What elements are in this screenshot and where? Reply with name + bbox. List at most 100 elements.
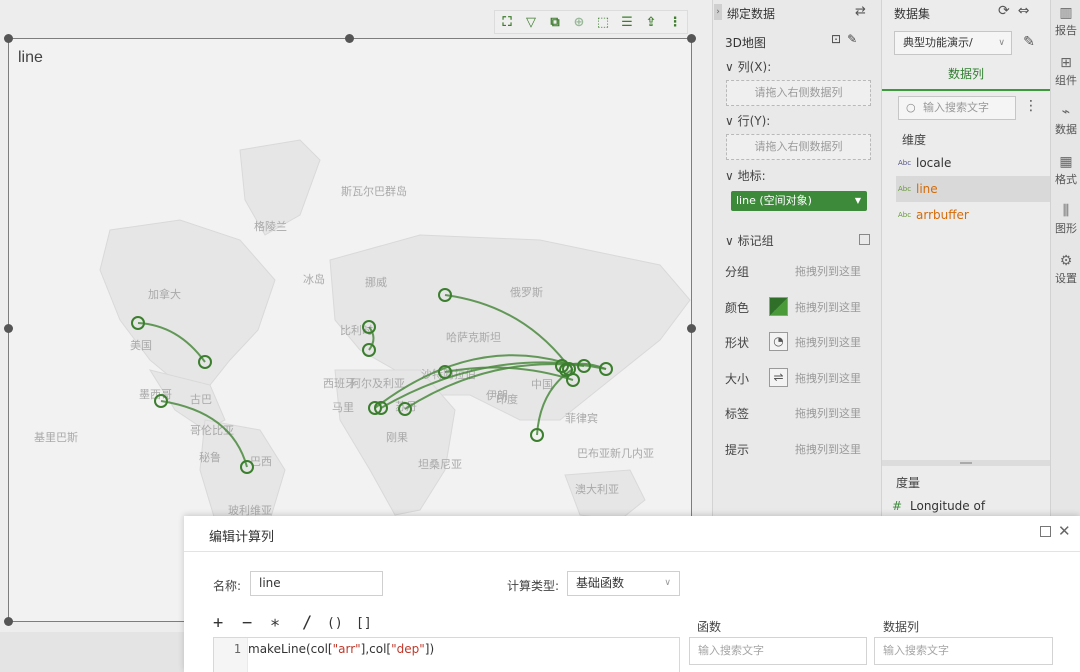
dialog-title: 编辑计算列 [209,530,275,545]
collapse-panel-button[interactable]: › [714,4,722,20]
operator-button[interactable]: / [302,613,312,633]
sidebar-item[interactable]: ⊞ 组件 [1051,54,1080,88]
mark-group-icon[interactable] [859,234,870,245]
mark-label: 大小 [725,371,750,386]
formula-editor[interactable]: 1 makeLine(col["arr"],col["dep"]) [213,637,680,672]
map-label: 印度 [496,392,518,406]
chart-type-label: 3D地图 [725,36,766,50]
field-search-input[interactable]: ○ 输入搜索文字 [898,96,1016,120]
measure-label: 度量 [896,476,921,490]
mark-drop-zone[interactable]: 拖拽列到这里 [795,299,861,315]
line-number: 1 [214,638,248,672]
chart-type-icons[interactable]: ⊡✎ [831,32,863,46]
mark-row[interactable]: 分组 拖拽列到这里 [725,261,875,281]
panel-splitter[interactable] [882,460,1050,466]
export-icon[interactable]: ⇪ [642,13,660,31]
calc-type-select[interactable]: 基础函数 ∨ [567,571,680,596]
refresh-icon[interactable]: ⟳ [998,3,1018,19]
mark-drop-zone[interactable]: 拖拽列到这里 [795,405,861,421]
functions-search-input[interactable]: 输入搜索文字 [689,637,867,665]
calc-type-value: 基础函数 [576,576,625,590]
mark-row[interactable]: 提示 拖拽列到这里 [725,439,875,459]
color-swatch-icon[interactable] [769,296,788,316]
map-label: 比利时 [340,324,373,337]
more-icon[interactable]: ⋮ [666,13,684,31]
name-input[interactable]: line [250,571,383,596]
columns-label-text: 列(X): [737,60,772,74]
size-icon[interactable]: ⇌ [769,367,788,387]
field-name: locale [916,156,952,170]
map-label: 阿尔及利亚 [350,377,405,390]
mark-row[interactable]: 大小 ⇌ 拖拽列到这里 [725,367,875,388]
operator-button[interactable]: + [213,613,223,633]
mark-drop-zone[interactable]: 拖拽列到这里 [795,263,861,279]
expand-icon[interactable]: ⛶ [498,13,516,31]
operator-button[interactable]: [] [356,616,372,631]
rows-drop-zone[interactable]: 请拖入右侧数据列 [726,134,871,160]
layers-icon[interactable]: ⇔ [1018,3,1038,19]
mark-row[interactable]: 颜色 拖拽列到这里 [725,296,875,317]
operator-button[interactable]: ∗ [270,613,280,633]
field-name: arrbuffer [916,208,969,222]
sidebar-item[interactable]: ⚙ 设置 [1051,252,1080,286]
columns-drop-zone[interactable]: 请拖入右侧数据列 [726,80,871,106]
mark-row[interactable]: 标签 拖拽列到这里 [725,403,875,423]
sidebar-item[interactable]: ▦ 格式 [1051,153,1080,187]
chart-toolbar: ⛶ ▽ ⧉ ⊕ ⬚ ☰ ⇪ ⋮ [494,10,688,34]
edit-dataset-icon[interactable]: ✎ [1018,31,1040,53]
dimension-label: 维度 [902,133,927,147]
map-label: 菲律宾 [565,411,598,425]
map-label: 冰岛 [303,272,325,286]
search-placeholder: 输入搜索文字 [923,101,989,114]
mark-drop-zone[interactable]: 拖拽列到这里 [795,370,861,386]
name-label: 名称: [213,579,242,593]
maximize-icon[interactable] [1040,526,1051,537]
operator-button[interactable]: () [327,616,343,631]
code-part: ],col[ [360,642,392,656]
more-options-icon[interactable]: ⋮ [1024,98,1038,114]
sidebar-item[interactable]: ▥ 报告 [1051,4,1080,38]
select-icon[interactable]: ⬚ [594,13,612,31]
tab-data-columns[interactable]: 数据列 [882,63,1050,91]
sidebar-item-label: 设置 [1055,271,1077,285]
text-type-icon: Abc [898,185,912,193]
geo-field-chip[interactable]: line (空间对象) ▼ [731,191,867,211]
mark-label: 形状 [725,336,750,350]
filter-icon[interactable]: ▽ [522,13,540,31]
copy-icon[interactable]: ⧉ [546,13,564,31]
eraser-icon[interactable]: ✎ [847,32,863,46]
columns-search-input[interactable]: 输入搜索文字 [874,637,1053,665]
search-icon: ○ [906,101,916,114]
mark-group-label: ∨ 标记组 [725,234,774,248]
close-icon[interactable]: ✕ [1058,522,1071,540]
chart-type-icon[interactable]: ⊡ [831,32,847,46]
mark-drop-zone[interactable]: 拖拽列到这里 [795,334,861,350]
chip-dropdown-icon[interactable]: ▼ [855,191,861,211]
binding-title: 绑定数据 [727,7,776,21]
chevron-down-icon: ∨ [664,578,671,588]
mark-drop-zone[interactable]: 拖拽列到这里 [795,441,861,457]
sidebar-item[interactable]: ⫼ 图形 [1051,202,1080,236]
shape-icon[interactable]: ◔ [769,332,788,351]
dimension-field[interactable]: Abc locale [896,150,1050,176]
map-label: 秘鲁 [199,450,221,464]
operator-button[interactable]: − [242,613,252,633]
dimension-field[interactable]: Abc line [896,176,1050,202]
dataset-select[interactable]: 典型功能演示/ ∨ [894,31,1012,55]
map-label: 格陵兰 [254,219,287,233]
mark-label: 分组 [725,265,750,279]
mark-row[interactable]: 形状 ◔ 拖拽列到这里 [725,332,875,352]
zoom-icon[interactable]: ⊕ [570,13,588,31]
rows-label: ∨ 行(Y): [725,114,771,128]
mark-label: 提示 [725,442,750,457]
map-label: 基里巴斯 [34,431,78,444]
geo-label: ∨ 地标: [725,169,766,183]
chevron-down-icon: ∨ [998,38,1005,48]
landmasses [99,139,691,566]
swap-icon[interactable]: ⇄ [855,4,866,19]
list-icon[interactable]: ☰ [618,13,636,31]
formula-code[interactable]: makeLine(col["arr"],col["dep"]) [248,638,434,660]
dimension-field[interactable]: Abc arrbuffer [896,202,1050,228]
sidebar-item[interactable]: ⌁ 数据 [1051,103,1080,137]
field-name: line [916,182,938,196]
